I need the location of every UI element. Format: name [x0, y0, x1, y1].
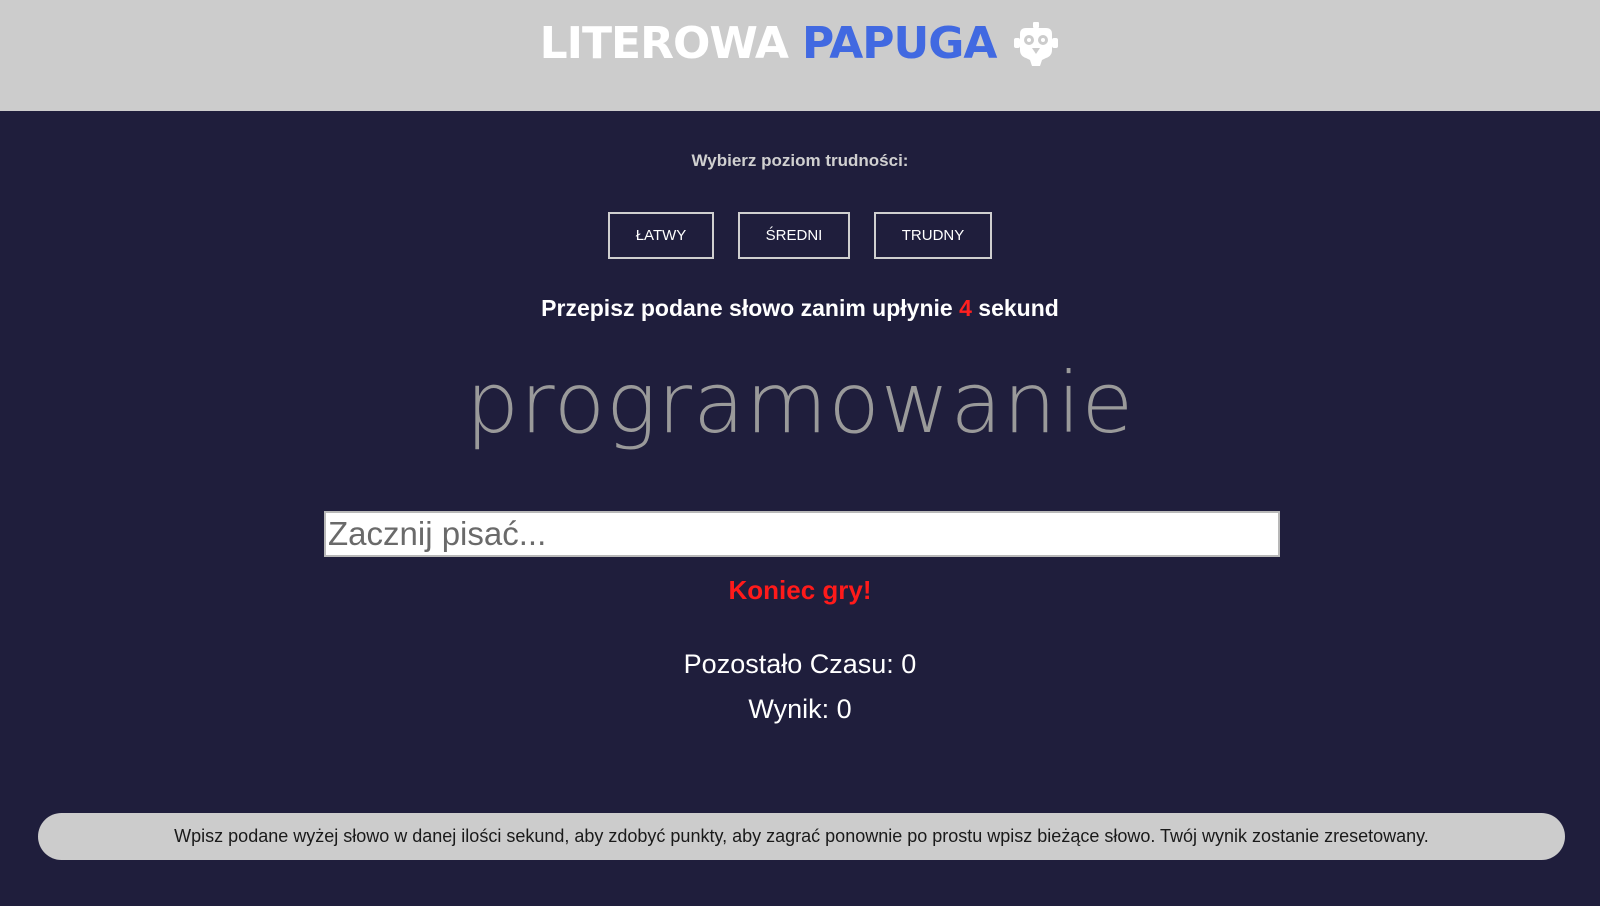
word-input-container	[324, 511, 1280, 557]
score-value: 0	[836, 694, 852, 724]
instructions-footer: Wpisz podane wyżej słowo w danej ilości …	[38, 813, 1565, 860]
word-input[interactable]	[324, 511, 1280, 557]
medium-level-button[interactable]: ŚREDNI	[738, 212, 850, 259]
title-part-literowa: LITEROWA	[539, 17, 789, 69]
difficulty-buttons: ŁATWY ŚREDNI TRUDNY	[0, 212, 1600, 259]
app-logo: LITEROWA PAPUGA	[540, 20, 1061, 68]
hard-level-button[interactable]: TRUDNY	[874, 212, 992, 259]
game-area: Wybierz poziom trudności: ŁATWY ŚREDNI T…	[0, 111, 1600, 906]
instruction-suffix: sekund	[978, 295, 1059, 321]
difficulty-label: Wybierz poziom trudności:	[691, 151, 909, 170]
time-value: 0	[901, 649, 917, 679]
time-label: Pozostało Czasu:	[683, 649, 894, 679]
score: Wynik: 0	[0, 694, 1600, 725]
time-remaining: Pozostało Czasu: 0	[0, 649, 1600, 680]
instruction-text: Przepisz podane słowo zanim upłynie 4 se…	[0, 295, 1600, 322]
app-header: LITEROWA PAPUGA	[0, 0, 1600, 111]
seconds-value: 4	[959, 295, 972, 321]
score-label: Wynik:	[748, 694, 830, 724]
title-part-papuga: PAPUGA	[801, 17, 997, 69]
parrot-robot-icon	[1014, 21, 1059, 66]
instruction-prefix: Przepisz podane słowo zanim upłynie	[541, 295, 953, 321]
current-word: programowanie	[465, 354, 1135, 452]
game-status-message: Koniec gry!	[728, 575, 872, 605]
easy-level-button[interactable]: ŁATWY	[608, 212, 714, 259]
